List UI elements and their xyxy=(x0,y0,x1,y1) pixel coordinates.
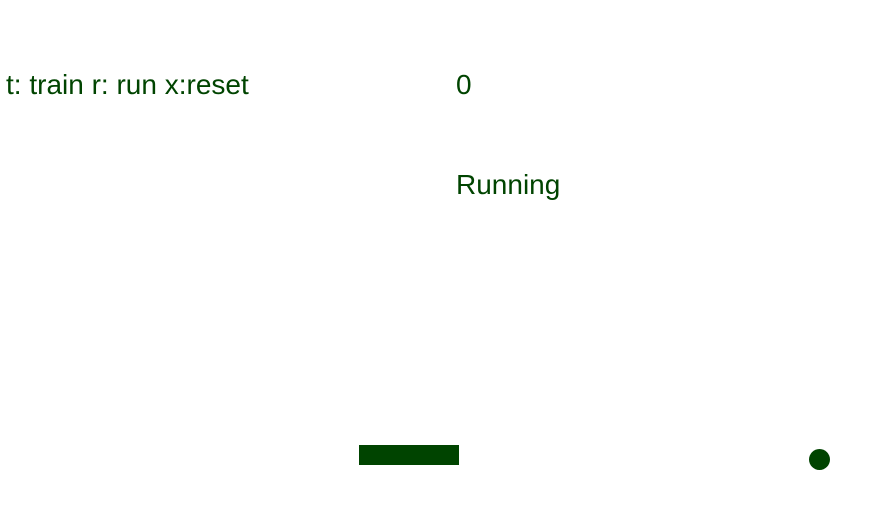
status-text: Running xyxy=(456,169,561,200)
score-display: 0 xyxy=(456,69,472,100)
game-canvas[interactable]: t: train r: run x:reset 0 Running xyxy=(0,0,884,516)
ball xyxy=(809,449,830,470)
controls-hint: t: train r: run x:reset xyxy=(6,69,249,100)
paddle xyxy=(359,445,459,465)
